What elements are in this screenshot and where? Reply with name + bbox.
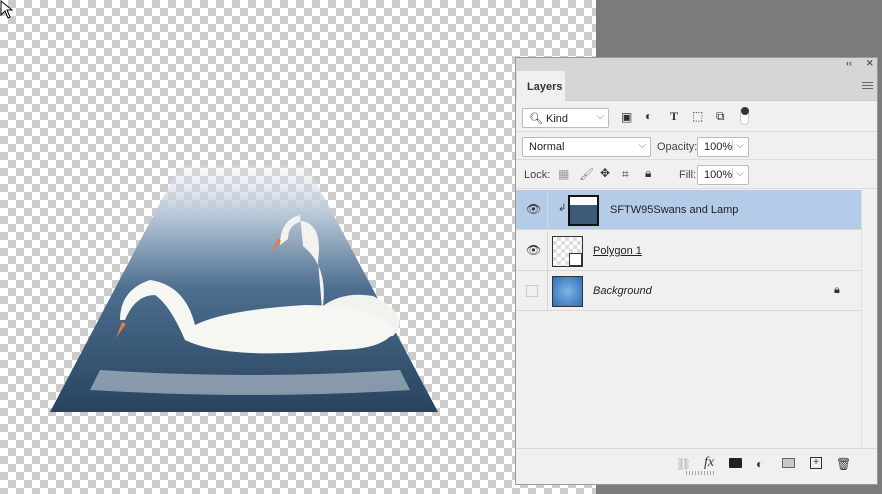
background-thumbnail [552,276,583,307]
clipping-mask-icon: ↲ [558,203,567,214]
filter-kind-select[interactable]: 🔍︎ Kind ⌵ [522,108,609,128]
panel-tabs: Layers [516,71,877,102]
filter-toggle[interactable] [740,107,749,125]
new-group-icon[interactable] [782,458,795,468]
document-canvas[interactable] [0,0,596,494]
layer-row-swans[interactable]: 👁︎ ↲ SFTW95Swans and Lamp [516,190,862,230]
chevron-down-icon: ⌵ [596,111,604,122]
resize-grip[interactable] [686,471,714,475]
lock-position-icon[interactable]: ✥ [600,166,610,180]
layers-list: 👁︎ ↲ SFTW95Swans and Lamp 👁︎ Polygon 1 B… [516,189,862,449]
layer-name: Polygon 1 [593,245,642,257]
layers-panel: ‹‹ ✕ Layers 🔍︎ Kind ⌵ ▣ ◐ T ⬚ ⧉ Normal ⌵ O… [515,57,878,485]
mouse-cursor-icon [0,0,14,19]
new-layer-icon[interactable]: + [810,457,822,469]
opacity-label: Opacity: [657,141,698,153]
filter-kind-value: Kind [546,113,569,125]
delete-layer-icon[interactable]: 🗑︎ [836,457,851,471]
blend-row: Normal ⌵ Opacity: 100% ⌵ [516,132,877,160]
blend-mode-value: Normal [529,141,565,153]
panel-header: ‹‹ ✕ [516,58,877,71]
lock-label: Lock: [524,169,551,181]
blend-mode-select[interactable]: Normal ⌵ [522,137,651,157]
panel-menu-icon[interactable] [862,82,873,91]
lock-transparent-pixels-icon[interactable]: ▦ [558,167,569,181]
lock-image-pixels-icon[interactable]: 🖌︎ [579,167,594,181]
opacity-dropdown-icon[interactable]: ⌵ [732,140,744,151]
layer-name: SFTW95Swans and Lamp [610,204,739,216]
layers-scrollbar[interactable] [861,189,877,449]
warped-swan-image [50,165,438,412]
eye-icon: 👁︎ [526,202,542,216]
fill-dropdown-icon[interactable]: ⌵ [732,168,744,179]
adjustment-layer-icon[interactable]: ◐ [756,457,763,471]
lock-artboard-icon[interactable]: ⌗ [622,167,629,182]
opacity-value: 100% [704,141,733,153]
smart-object-filter-icon[interactable]: ⧉ [716,109,725,124]
close-panel-button[interactable]: ✕ [866,58,874,69]
polygon-thumbnail [552,236,583,267]
visibility-toggle[interactable] [516,271,548,310]
link-layers-icon[interactable]: ⛓︎ [676,457,691,471]
fill-value: 100% [704,169,733,181]
search-icon: 🔍︎ [529,113,543,125]
image-filter-icon[interactable]: ▣ [621,110,632,124]
layer-row-polygon[interactable]: 👁︎ Polygon 1 [516,231,862,271]
add-mask-icon[interactable] [729,458,742,468]
smart-object-thumbnail [568,195,599,226]
lock-all-icon[interactable]: 🔒︎ [645,166,651,181]
adjustment-filter-icon[interactable]: ◐ [645,109,652,123]
fill-input[interactable]: 100% ⌵ [697,165,749,185]
hidden-visibility-box [526,285,538,297]
lock-icon: 🔒︎ [834,284,840,296]
opacity-input[interactable]: 100% ⌵ [697,137,749,157]
shape-filter-icon[interactable]: ⬚ [692,109,703,123]
eye-icon: 👁︎ [526,243,542,257]
type-filter-icon[interactable]: T [670,109,678,124]
collapse-panel-button[interactable]: ‹‹ [846,58,852,68]
layers-footer: ⛓︎ fx ◐ + 🗑︎ [516,448,877,476]
lock-row: Lock: ▦ 🖌︎ ✥ ⌗ 🔒︎ Fill: 100% ⌵ [516,160,877,189]
filter-row: 🔍︎ Kind ⌵ ▣ ◐ T ⬚ ⧉ [516,101,877,132]
visibility-toggle[interactable]: 👁︎ [516,190,548,229]
shape-layer-icon [569,253,582,266]
tab-layers[interactable]: Layers [517,71,565,102]
layer-name: Background [593,285,652,297]
fill-label: Fill: [679,169,697,181]
layer-row-background[interactable]: Background 🔒︎ [516,271,862,311]
visibility-toggle[interactable]: 👁︎ [516,231,548,270]
fx-icon[interactable]: fx [704,455,714,471]
chevron-down-icon: ⌵ [638,140,646,151]
